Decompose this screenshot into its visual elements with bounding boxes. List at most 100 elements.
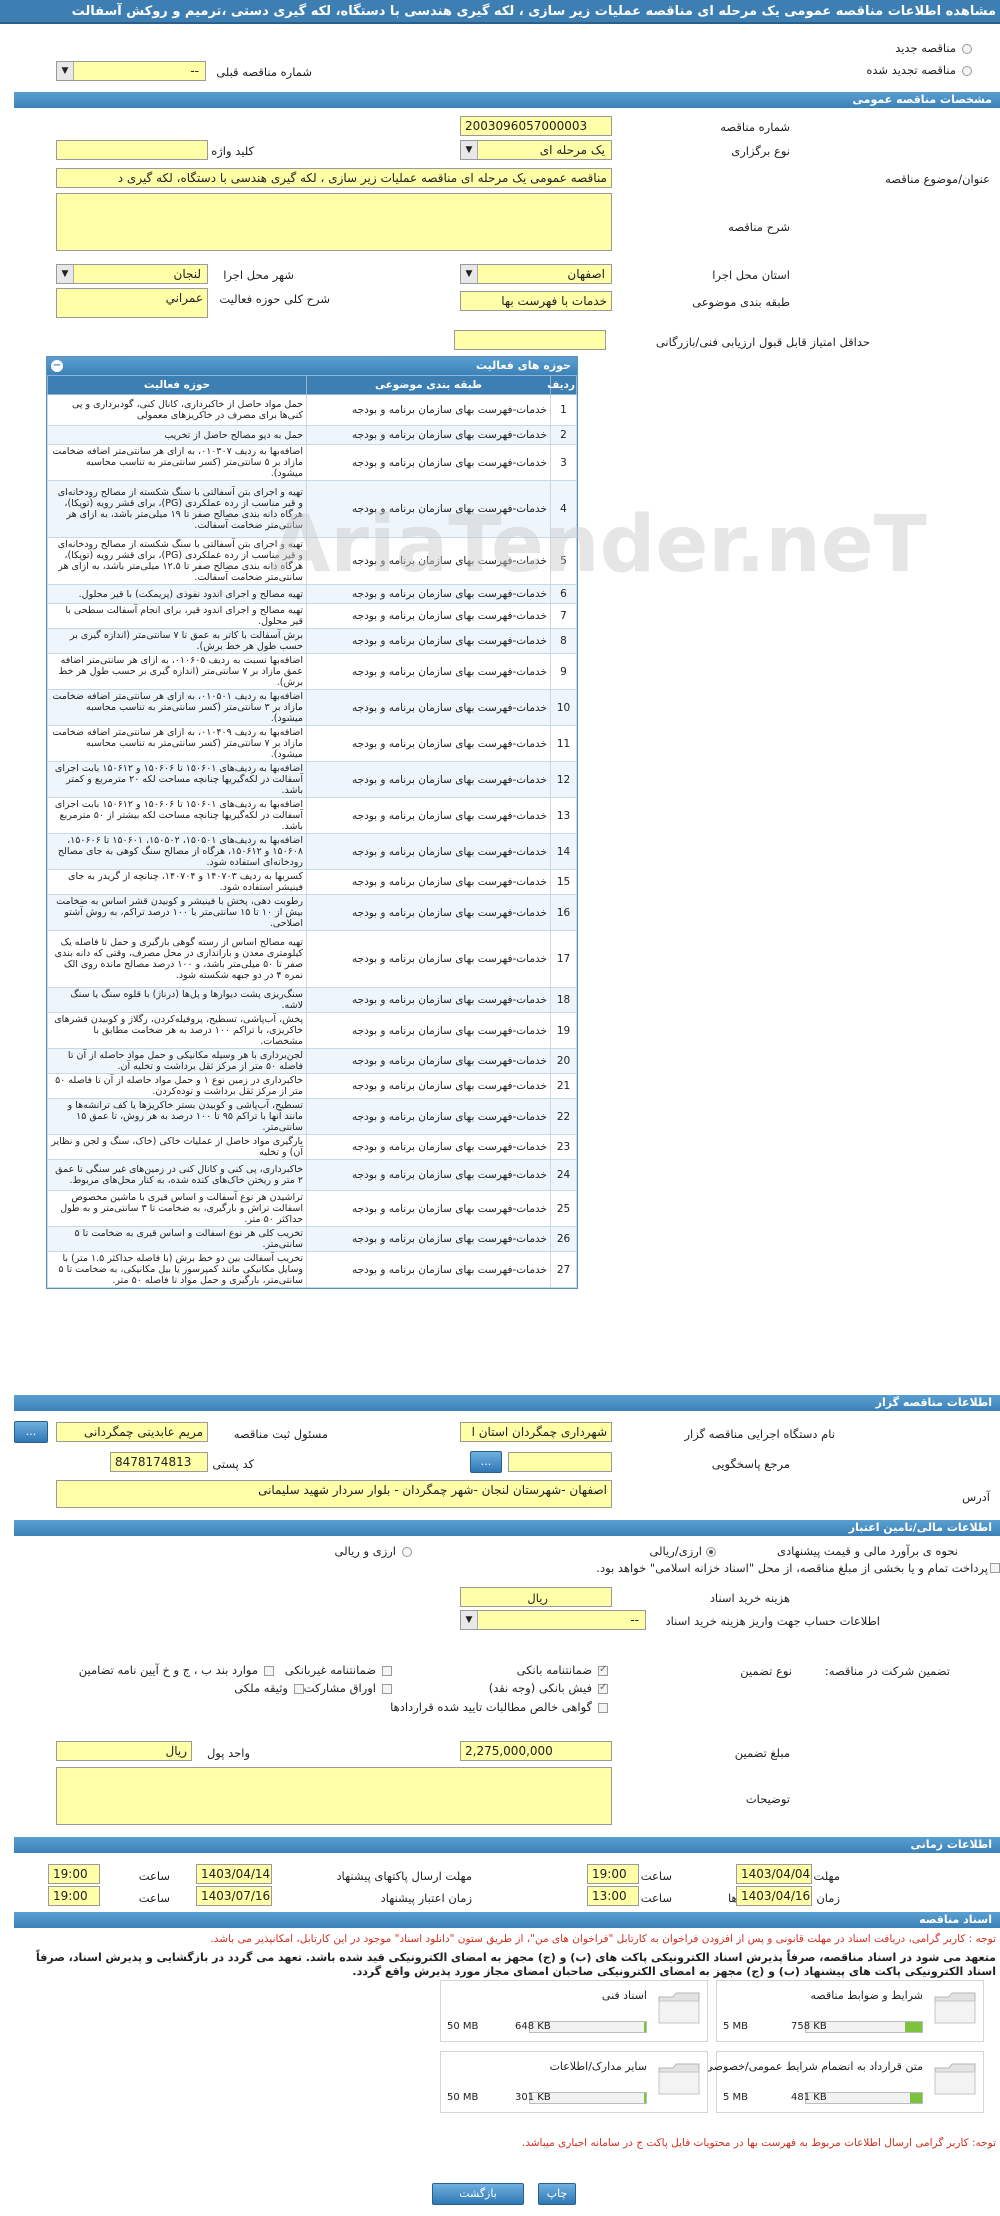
guarantee-type-label: نوع تضمین: [740, 1664, 792, 1678]
table-row[interactable]: 24 خدمات-فهرست بهای سازمان برنامه و بودجه…: [47, 1159, 577, 1191]
description-textarea[interactable]: [56, 193, 612, 251]
opening-time[interactable]: 13:00: [587, 1886, 639, 1906]
bank-guarantee-checkbox[interactable]: [598, 1664, 608, 1676]
table-row[interactable]: 25 خدمات-فهرست بهای سازمان برنامه و بودجه…: [47, 1190, 577, 1227]
table-row[interactable]: 8 خدمات-فهرست بهای سازمان برنامه و بودجه ب…: [47, 628, 577, 654]
account-select[interactable]: -- ▼: [460, 1610, 646, 1630]
documents-note-pricelist: توجه: کاربر گرامی ارسال اطلاعات مربوط به…: [521, 2137, 996, 2149]
currency-field[interactable]: ریال: [56, 1741, 192, 1761]
document-item[interactable]: متن قرارداد به انضمام شرایط عمومی/خصوصی 4…: [704, 2051, 984, 2113]
currency-both-radio[interactable]: [402, 1547, 412, 1557]
reference-label: مرجع پاسخگویی: [711, 1457, 790, 1471]
row-number-cell: 16: [550, 894, 577, 931]
city-label: شهر محل اجرا: [223, 268, 294, 282]
row-activity-cell: رطوبت دهی، پخش با فینیشر و کوبیدن قشر اس…: [47, 894, 307, 931]
currency-rial-radio[interactable]: [706, 1547, 716, 1557]
document-size: 481 KB: [791, 2092, 827, 2103]
address-field[interactable]: اصفهان -شهرستان لنجان -شهر چمگردان - بلو…: [56, 1480, 612, 1508]
subject-field[interactable]: مناقصه عمومی یک مرحله ای مناقصه عملیات ز…: [56, 168, 612, 188]
reference-field[interactable]: [508, 1452, 612, 1472]
table-row[interactable]: 23 خدمات-فهرست بهای سازمان برنامه و بودجه…: [47, 1134, 577, 1160]
tender-number-field[interactable]: 2003096057000003: [460, 116, 612, 136]
renewed-tender-radio[interactable]: [962, 66, 972, 76]
table-row[interactable]: 3 خدمات-فهرست بهای سازمان برنامه و بودجه ا…: [47, 444, 577, 481]
agency-field[interactable]: شهرداری چمگردان استان ا: [460, 1422, 612, 1442]
document-item[interactable]: اسناد فنی 648 KB 50 MB: [440, 1980, 708, 2042]
keyword-input[interactable]: [56, 140, 208, 160]
category-field[interactable]: خدمات با فهرست بها: [460, 291, 612, 311]
activities-col-header: طبقه بندی موضوعی: [306, 375, 551, 395]
row-activity-cell: تهیه و اجرای بتن آسفالتی با سنگ شکسته از…: [47, 537, 307, 585]
table-row[interactable]: 7 خدمات-فهرست بهای سازمان برنامه و بودجه ت…: [47, 603, 577, 629]
row-category-cell: خدمات-فهرست بهای سازمان برنامه و بودجه: [306, 394, 551, 426]
table-row[interactable]: 14 خدمات-فهرست بهای سازمان برنامه و بودجه…: [47, 833, 577, 870]
guarantee-amount-field[interactable]: 2,275,000,000: [460, 1741, 612, 1761]
window-title: مشاهده اطلاعات مناقصه عمومی یک مرحله ای …: [0, 0, 1000, 24]
validity-time[interactable]: 19:00: [48, 1886, 100, 1906]
notes-textarea[interactable]: [56, 1767, 612, 1825]
row-activity-cell: تراشیدن هر نوع آسفالت و اساس قیری با ماش…: [47, 1190, 307, 1227]
submit-time-label: ساعت: [138, 1869, 170, 1883]
registrar-field[interactable]: مریم عابدینی چمگردانی: [56, 1422, 208, 1442]
row-activity-cell: بارگیری مواد حاصل از عملیات خاکی (خاک، س…: [47, 1134, 307, 1160]
treasury-checkbox[interactable]: [990, 1563, 1000, 1573]
new-tender-radio[interactable]: [962, 44, 972, 54]
opening-date[interactable]: 1403/04/16: [736, 1886, 812, 1906]
validity-date[interactable]: 1403/07/16: [196, 1886, 272, 1906]
row-category-cell: خدمات-فهرست بهای سازمان برنامه و بودجه: [306, 930, 551, 988]
prev-tender-select[interactable]: -- ▼: [56, 61, 206, 81]
back-button[interactable]: بازگشت: [432, 2183, 524, 2205]
category-label: طبقه بندی موضوعی: [692, 295, 790, 309]
row-activity-cell: اضافه‌بها به ردیف‌های ۱۵۰۵۰۱، ۱۵۰۵۰۲، ۱۵…: [47, 833, 307, 870]
keyword-label: کلید واژه: [211, 144, 254, 158]
holding-type-select[interactable]: یک مرحله ای ▼: [460, 140, 612, 160]
table-row[interactable]: 20 خدمات-فهرست بهای سازمان برنامه و بودجه…: [47, 1048, 577, 1074]
table-row[interactable]: 2 خدمات-فهرست بهای سازمان برنامه و بودجه ح…: [47, 425, 577, 445]
table-row[interactable]: 27 خدمات-فهرست بهای سازمان برنامه و بودجه…: [47, 1251, 577, 1288]
table-row[interactable]: 12 خدمات-فهرست بهای سازمان برنامه و بودجه…: [47, 761, 577, 798]
postal-code-field[interactable]: 8478174813: [110, 1452, 208, 1472]
row-category-cell: خدمات-فهرست بهای سازمان برنامه و بودجه: [306, 1159, 551, 1191]
row-activity-cell: لجن‌برداری با هر وسیله مکانیکی و حمل موا…: [47, 1048, 307, 1074]
city-select[interactable]: لنجان ▼: [56, 264, 208, 284]
table-row[interactable]: 19 خدمات-فهرست بهای سازمان برنامه و بودجه…: [47, 1012, 577, 1049]
submit-deadline-date[interactable]: 1403/04/14: [196, 1864, 272, 1884]
nonbank-guarantee-checkbox[interactable]: [382, 1666, 392, 1676]
registrar-lookup-button[interactable]: ...: [14, 1421, 48, 1443]
table-row[interactable]: 9 خدمات-فهرست بهای سازمان برنامه و بودجه ا…: [47, 653, 577, 690]
receive-deadline-time[interactable]: 19:00: [587, 1864, 639, 1884]
table-row[interactable]: 22 خدمات-فهرست بهای سازمان برنامه و بودجه…: [47, 1098, 577, 1135]
property-guarantee-checkbox[interactable]: [294, 1684, 304, 1694]
min-score-label: حداقل امتیاز قابل قبول ارزیابی فنی/بازرگ…: [655, 335, 870, 349]
activities-col-header: ردیف: [547, 375, 577, 395]
table-row[interactable]: 1 خدمات-فهرست بهای سازمان برنامه و بودجه ح…: [47, 394, 577, 426]
payment-note: پرداخت تمام و یا بخشی از مبلغ مناقصه، از…: [596, 1561, 988, 1575]
row-activity-cell: اضافه‌بها به ردیف ۰۱۰۵۰۱، به ازای هر سان…: [47, 689, 307, 726]
table-row[interactable]: 18 خدمات-فهرست بهای سازمان برنامه و بودجه…: [47, 987, 577, 1013]
table-row[interactable]: 13 خدمات-فهرست بهای سازمان برنامه و بودجه…: [47, 797, 577, 834]
table-row[interactable]: 16 خدمات-فهرست بهای سازمان برنامه و بودجه…: [47, 894, 577, 931]
row-number-cell: 19: [550, 1012, 577, 1049]
claims-guarantee-checkbox[interactable]: [598, 1703, 608, 1713]
row-number-cell: 25: [550, 1190, 577, 1227]
print-button[interactable]: چاپ: [538, 2183, 576, 2205]
table-row[interactable]: 17 خدمات-فهرست بهای سازمان برنامه و بودجه…: [47, 930, 577, 988]
row-number-cell: 1: [550, 394, 577, 426]
table-row[interactable]: 21 خدمات-فهرست بهای سازمان برنامه و بودجه…: [47, 1073, 577, 1099]
table-row[interactable]: 15 خدمات-فهرست بهای سازمان برنامه و بودجه…: [47, 869, 577, 895]
submit-deadline-time[interactable]: 19:00: [48, 1864, 100, 1884]
min-score-input[interactable]: [454, 330, 606, 350]
table-row[interactable]: 10 خدمات-فهرست بهای سازمان برنامه و بودجه…: [47, 689, 577, 726]
collapse-icon[interactable]: −: [51, 360, 63, 372]
activity-field[interactable]: عمراني: [56, 288, 208, 318]
province-select[interactable]: اصفهان ▼: [460, 264, 612, 284]
reference-lookup-button[interactable]: ...: [470, 1451, 502, 1473]
document-item[interactable]: شرایط و ضوابط مناقصه 758 KB 5 MB: [716, 1980, 984, 2042]
table-row[interactable]: 11 خدمات-فهرست بهای سازمان برنامه و بودجه…: [47, 725, 577, 762]
table-row[interactable]: 26 خدمات-فهرست بهای سازمان برنامه و بودجه…: [47, 1226, 577, 1252]
cheque-guarantee-checkbox[interactable]: [598, 1682, 608, 1694]
bonds-guarantee-checkbox[interactable]: [382, 1684, 392, 1694]
items-guarantee-checkbox[interactable]: [264, 1666, 274, 1676]
document-item[interactable]: سایر مدارک/اطلاعات 301 KB 50 MB: [440, 2051, 708, 2113]
receive-deadline-date[interactable]: 1403/04/04: [736, 1864, 812, 1884]
